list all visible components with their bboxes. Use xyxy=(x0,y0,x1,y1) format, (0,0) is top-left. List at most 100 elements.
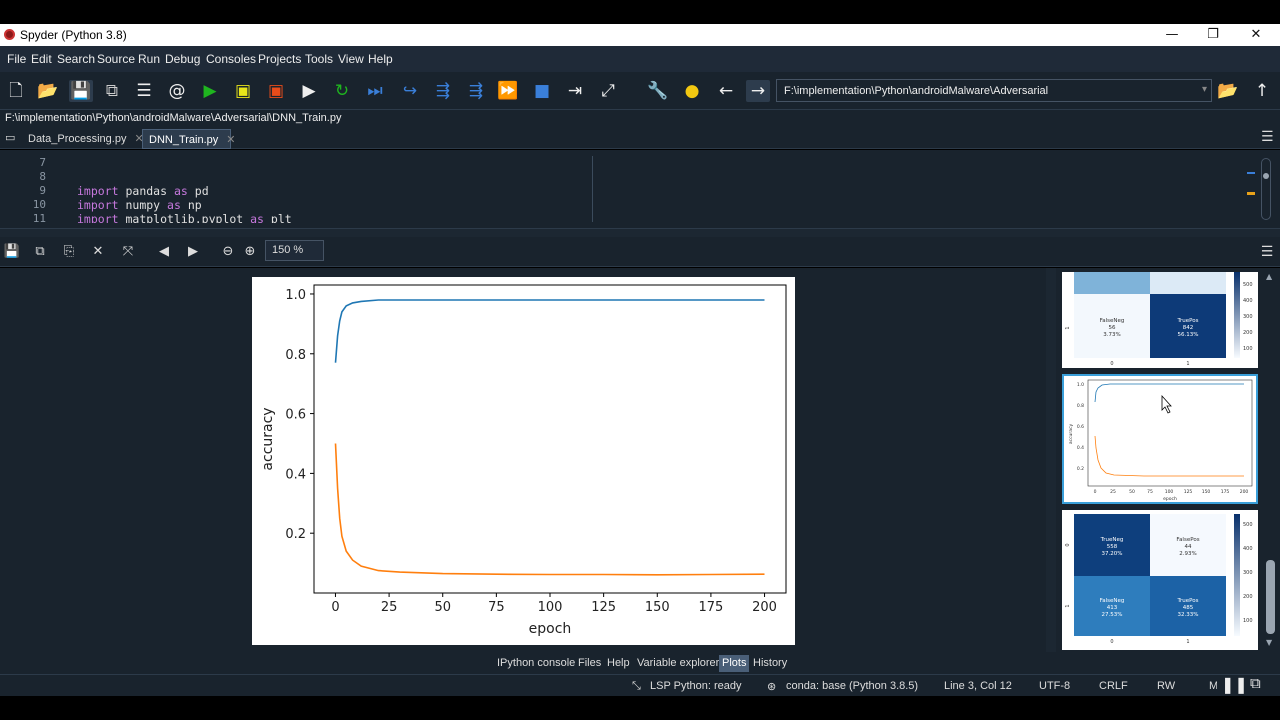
conda-status[interactable]: conda: base (Python 3.8.5) xyxy=(786,680,918,692)
thumbnail-confusion-matrix-1[interactable]: FalseNeg 56 3.73% TruePos 842 56.13% 1 0… xyxy=(1062,272,1258,368)
cm2-ytick: 0 xyxy=(1065,543,1071,546)
thumbnail-scrollbar[interactable]: ▲ ▼ xyxy=(1262,268,1280,652)
thumbnail-splitter[interactable] xyxy=(1046,268,1056,652)
picture-in-picture-icon[interactable]: ⧉ xyxy=(1250,675,1261,692)
continue-icon[interactable]: ⏩ xyxy=(496,80,520,102)
remove-all-plots-icon[interactable]: ⤧ xyxy=(118,243,138,261)
thumb-xtick: 75 xyxy=(1147,489,1153,495)
step-icon[interactable]: ↪ xyxy=(398,80,422,102)
lsp-status[interactable]: LSP Python: ready xyxy=(650,680,742,692)
editor-tabs: ▭ Data_Processing.py ✕ DNN_Train.py ✕ ☰ xyxy=(0,127,1280,149)
minimize-button[interactable]: — xyxy=(1158,26,1186,44)
save-plot-icon[interactable]: 💾 xyxy=(2,243,22,261)
fullscreen-icon[interactable]: ⤢ xyxy=(596,80,620,102)
tab-files[interactable]: Files xyxy=(576,655,603,672)
back-arrow-icon[interactable]: ← xyxy=(714,80,738,102)
y-tick-label: 0.4 xyxy=(285,467,306,482)
run-selection-icon[interactable]: ▶ xyxy=(297,80,321,102)
pause-icon[interactable]: ❚❚ xyxy=(1221,675,1248,695)
next-plot-icon[interactable]: ▶ xyxy=(183,243,203,261)
zoom-level-field[interactable]: 150 % xyxy=(265,240,324,261)
menu-view[interactable]: View xyxy=(338,52,364,66)
tab-ipython-console[interactable]: IPython console xyxy=(495,655,577,672)
tab-data-processing[interactable]: Data_Processing.py ✕ xyxy=(22,129,150,149)
save-icon[interactable]: 💾 xyxy=(69,80,93,102)
x-tick-label: 25 xyxy=(381,600,398,615)
zoom-in-icon[interactable]: ⊕ xyxy=(240,243,260,261)
run-file-icon[interactable]: ▶ xyxy=(198,80,222,102)
cm2-cell-pct: 37.20% xyxy=(1102,551,1123,557)
browse-tabs-icon[interactable]: ▭ xyxy=(5,131,15,144)
step-into-icon[interactable]: ⇶ xyxy=(431,80,455,102)
menu-projects[interactable]: Projects xyxy=(258,52,301,66)
plot-thumbnails: FalseNeg 56 3.73% TruePos 842 56.13% 1 0… xyxy=(1056,268,1262,652)
line-number: 10 xyxy=(32,198,46,211)
tab-help[interactable]: Help xyxy=(605,655,632,672)
plot-area xyxy=(313,284,787,594)
cm2-cell-pct: 32.33% xyxy=(1178,612,1199,618)
maximize-button[interactable]: ❐ xyxy=(1199,26,1227,44)
save-all-plots-icon[interactable]: ⧉ xyxy=(30,243,50,261)
thumbnail-accuracy-plot[interactable]: 1.0 0.8 0.6 0.4 0.2 0 25 50 75 100 125 1… xyxy=(1062,374,1258,504)
title-bar: Spyder (Python 3.8) — ❐ ✕ xyxy=(0,24,1280,46)
cm2-cbar-tick: 100 xyxy=(1243,618,1253,624)
debug-icon[interactable]: ⏭ xyxy=(363,80,387,102)
menu-tools[interactable]: Tools xyxy=(305,52,333,66)
hamburger-menu-icon[interactable]: ☰ xyxy=(1257,243,1277,261)
menu-help[interactable]: Help xyxy=(368,52,393,66)
hamburger-menu-icon[interactable]: ☰ xyxy=(1261,129,1274,145)
python-path-icon[interactable]: ● xyxy=(680,80,704,102)
cm2-cell-count: 485 xyxy=(1183,605,1194,611)
new-file-icon[interactable]: 🗋 xyxy=(4,80,28,102)
run-cell-advance-icon[interactable]: ▣ xyxy=(264,80,288,102)
menu-source[interactable]: Source xyxy=(97,52,135,66)
pane-splitter[interactable] xyxy=(0,228,1280,237)
stop-debug-icon[interactable]: ■ xyxy=(530,80,554,102)
line-gutter: 7 8 9 10 11 xyxy=(6,156,71,224)
cm2-cell-count: 413 xyxy=(1107,605,1118,611)
menu-search[interactable]: Search xyxy=(57,52,95,66)
scrollbar-thumb[interactable] xyxy=(1266,560,1275,634)
remove-plot-icon[interactable]: ✕ xyxy=(88,243,108,261)
tab-dnn-train[interactable]: DNN_Train.py ✕ xyxy=(142,129,236,149)
step-return-icon[interactable]: ⇶ xyxy=(464,80,488,102)
rerun-icon[interactable]: ↻ xyxy=(330,80,354,102)
menu-run[interactable]: Run xyxy=(138,52,160,66)
save-all-icon[interactable]: ⧉ xyxy=(100,80,124,102)
tab-variable-explorer[interactable]: Variable explorer xyxy=(635,655,721,672)
maximize-pane-icon[interactable]: ⇥ xyxy=(563,80,587,102)
chevron-down-icon[interactable]: ▾ xyxy=(1202,84,1207,95)
code-editor[interactable]: 7 8 9 10 11 import pandas as pd import n… xyxy=(0,150,1280,228)
close-tab-icon[interactable]: ✕ xyxy=(226,134,235,146)
copy-plot-icon[interactable]: ⎘ xyxy=(59,243,79,261)
browse-folder-icon[interactable]: 📂 xyxy=(1216,80,1240,102)
parent-directory-icon[interactable]: ↑ xyxy=(1250,80,1274,102)
thumbnail-confusion-matrix-2[interactable]: TrueNeg 558 37.20% FalsePos 44 2.93% Fal… xyxy=(1062,510,1258,650)
menu-consoles[interactable]: Consoles xyxy=(206,52,256,66)
thumb-xtick: 0 xyxy=(1094,489,1097,495)
working-directory-input[interactable]: F:\implementation\Python\androidMalware\… xyxy=(776,79,1212,102)
menu-file[interactable]: File xyxy=(7,52,26,66)
menu-edit[interactable]: Edit xyxy=(31,52,52,66)
at-symbol-icon[interactable]: @ xyxy=(165,80,189,102)
editor-scrollbar[interactable] xyxy=(1261,158,1271,220)
y-axis-label: accuracy xyxy=(260,407,276,470)
cm1-xtick: 1 xyxy=(1186,361,1189,367)
browse-tabs-icon[interactable]: ☰ xyxy=(132,80,156,102)
forward-arrow-icon[interactable]: → xyxy=(746,80,770,102)
close-button[interactable]: ✕ xyxy=(1242,26,1270,44)
scroll-up-icon[interactable]: ▲ xyxy=(1266,272,1272,281)
zoom-out-icon[interactable]: ⊖ xyxy=(218,243,238,261)
accuracy-plot-figure: 0 25 50 75 100 125 150 175 200 0.2 0.4 0.6 0.8 1.0 epo… xyxy=(252,277,795,645)
cm1-cell-label: FalseNeg xyxy=(1100,318,1125,324)
accuracy-chart: 0 25 50 75 100 125 150 175 200 0.2 0.4 0.6 0.8 1.0 epo… xyxy=(260,284,787,637)
tab-history[interactable]: History xyxy=(751,655,789,672)
preferences-wrench-icon[interactable]: 🔧 xyxy=(646,80,670,102)
scroll-down-icon[interactable]: ▼ xyxy=(1266,638,1272,647)
tab-plots[interactable]: Plots xyxy=(719,655,750,672)
thumb-xtick: 25 xyxy=(1110,489,1116,495)
previous-plot-icon[interactable]: ◀ xyxy=(154,243,174,261)
open-file-icon[interactable]: 📂 xyxy=(36,80,60,102)
menu-debug[interactable]: Debug xyxy=(165,52,200,66)
run-cell-icon[interactable]: ▣ xyxy=(231,80,255,102)
